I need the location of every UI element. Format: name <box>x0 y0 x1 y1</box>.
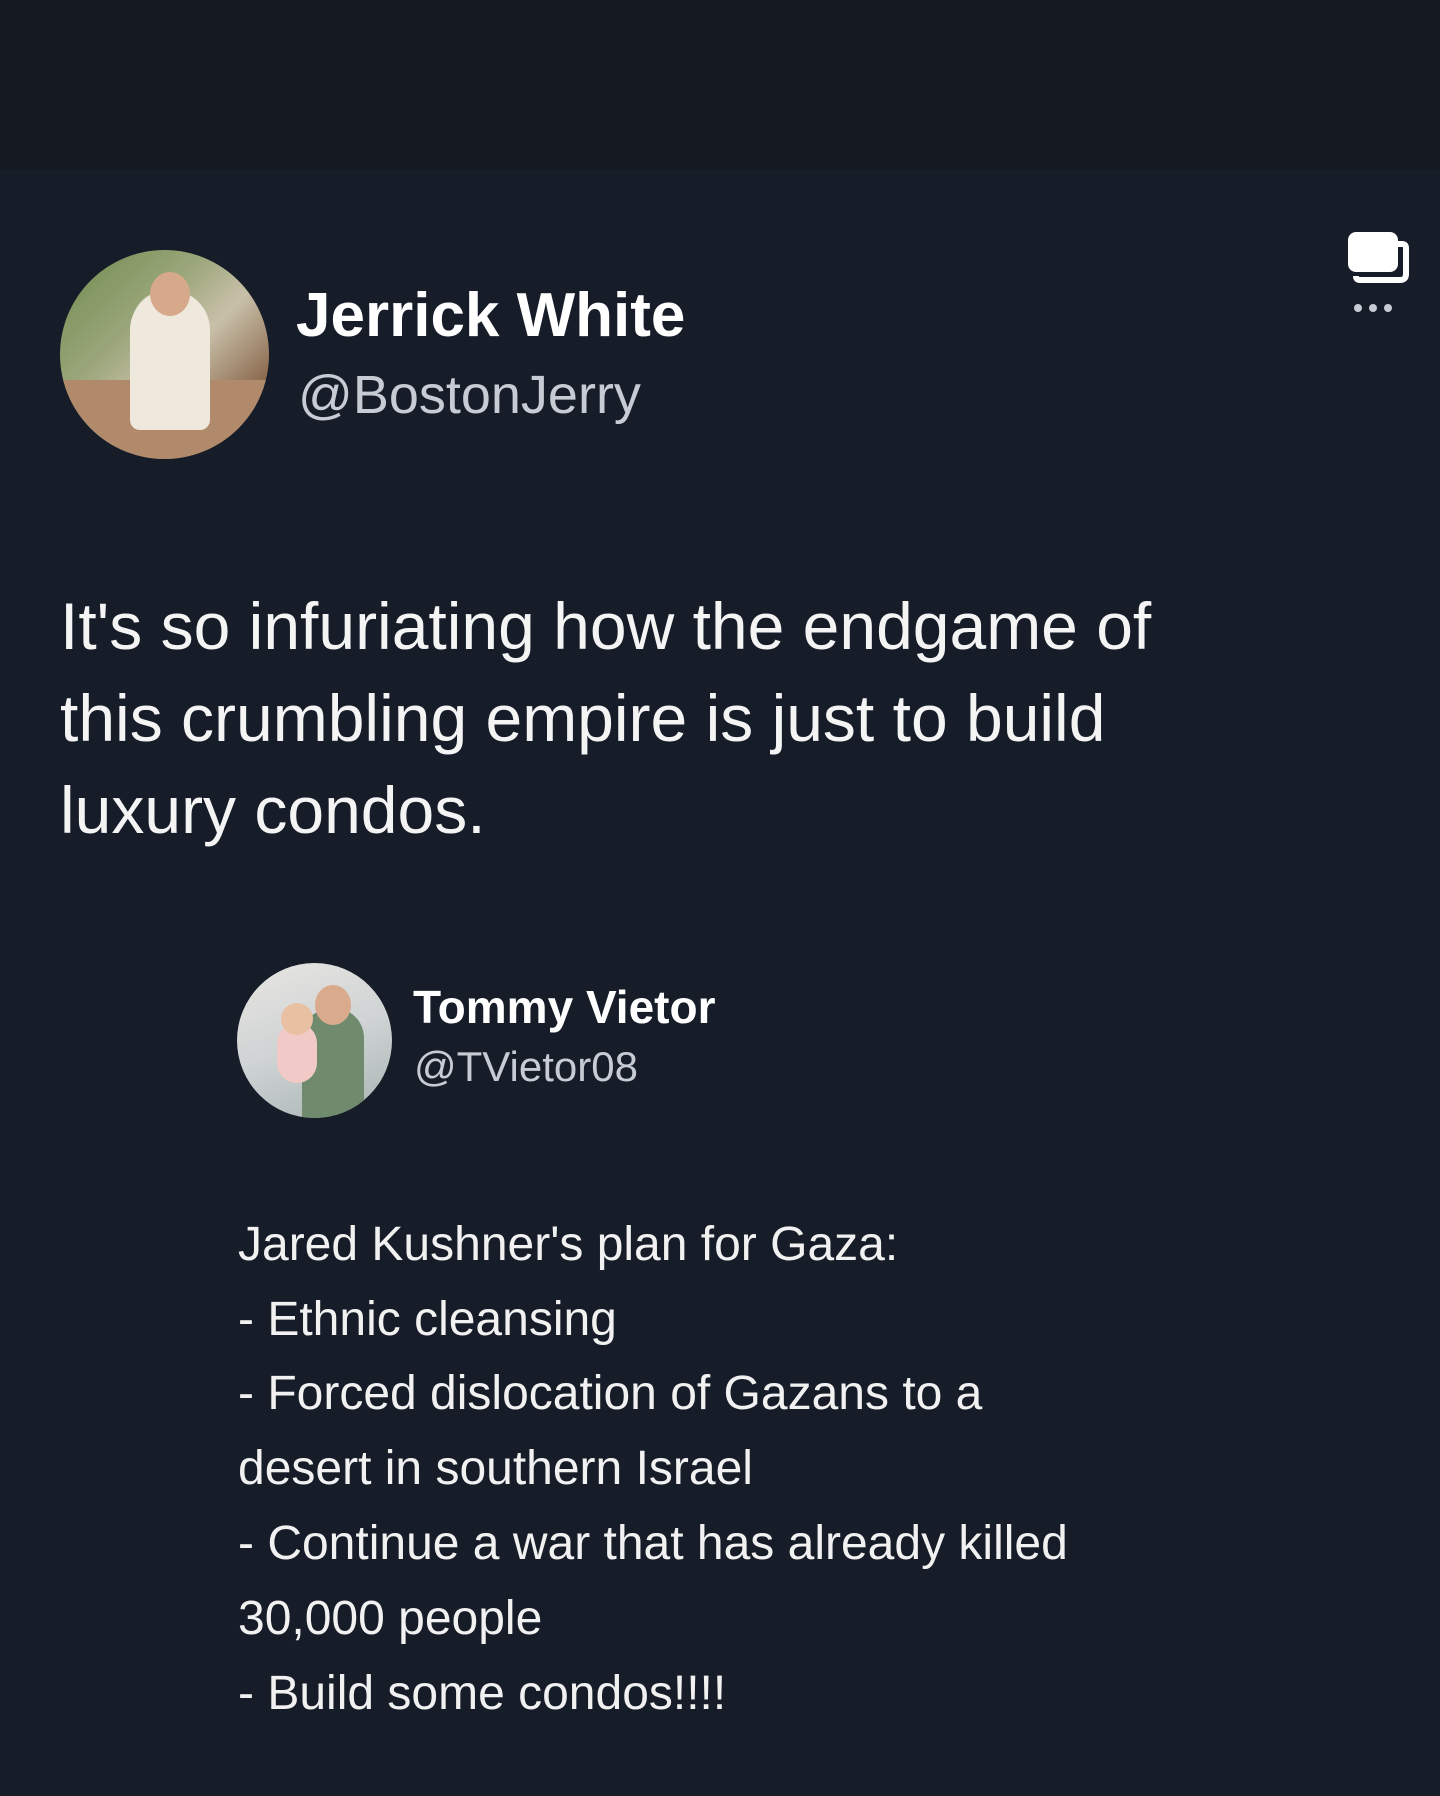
post-text: It's so infuriating how the endgame of t… <box>60 580 1400 856</box>
author-name[interactable]: Jerrick White <box>296 280 685 351</box>
quoted-author-handle[interactable]: @TVietor08 <box>414 1043 638 1091</box>
quoted-text-line: - Forced dislocation of Gazans to a <box>238 1367 983 1420</box>
avatar-child-head <box>281 1003 313 1035</box>
quoted-text-line: desert in southern Israel <box>238 1442 753 1495</box>
avatar-person-head <box>315 985 351 1025</box>
author-handle[interactable]: @BostonJerry <box>298 364 641 426</box>
quoted-text-line: - Continue a war that has already killed <box>238 1517 1068 1570</box>
quoted-author-avatar[interactable] <box>237 963 392 1118</box>
quoted-text-line: Jared Kushner's plan for Gaza: <box>238 1218 899 1271</box>
avatar-head <box>150 272 190 316</box>
more-options-icon[interactable] <box>1336 222 1410 322</box>
screen-top-band <box>0 0 1440 170</box>
quoted-text-line: 30,000 people <box>238 1592 543 1645</box>
post-text-line: luxury condos. <box>60 773 486 847</box>
post-text-line: It's so infuriating how the endgame of <box>60 589 1152 663</box>
author-avatar[interactable] <box>60 250 269 459</box>
post-text-line: this crumbling empire is just to build <box>60 681 1106 755</box>
quoted-author-name[interactable]: Tommy Vietor <box>413 980 715 1034</box>
quoted-text-line: - Ethnic cleansing <box>238 1293 617 1346</box>
quoted-text-line: - Build some condos!!!! <box>238 1667 727 1720</box>
